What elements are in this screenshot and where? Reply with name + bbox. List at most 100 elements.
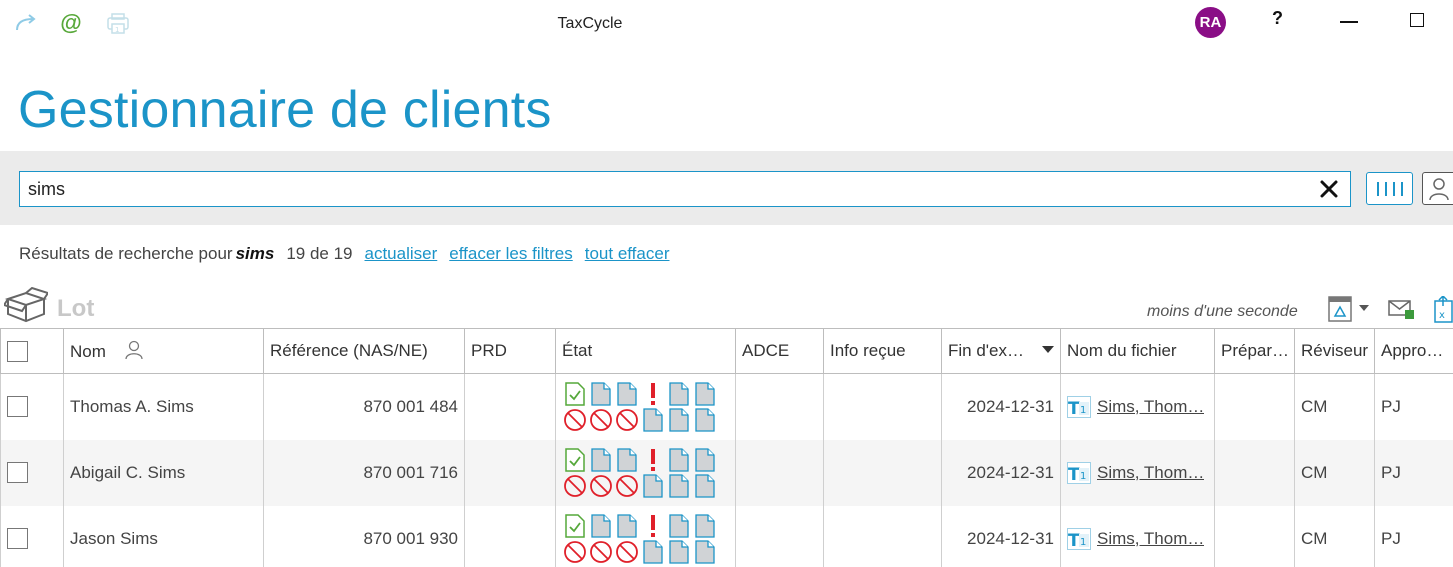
client-reference: 870 001 716: [263, 439, 465, 506]
svg-text:1: 1: [1080, 471, 1086, 482]
no-entry-icon[interactable]: [562, 407, 588, 433]
doc-icon[interactable]: [666, 539, 692, 565]
filename-cell[interactable]: T1 Sims, Thom…: [1060, 505, 1215, 567]
column-header-reviewer[interactable]: Réviseur: [1294, 328, 1375, 374]
no-entry-icon[interactable]: [588, 473, 614, 499]
column-header-approver[interactable]: Appro…: [1374, 328, 1453, 374]
client-name[interactable]: Jason Sims: [63, 505, 264, 567]
status-icons: [562, 447, 729, 499]
email-excel-icon[interactable]: [1388, 296, 1416, 327]
info-cell: [823, 439, 942, 506]
doc-icon[interactable]: [588, 381, 614, 407]
column-header-preparer[interactable]: Prépar…: [1214, 328, 1295, 374]
search-input[interactable]: [20, 173, 1300, 205]
no-entry-icon[interactable]: [562, 473, 588, 499]
doc-icon[interactable]: [640, 407, 666, 433]
column-header-adce[interactable]: ADCE: [735, 328, 824, 374]
column-header-name[interactable]: Nom: [63, 328, 264, 374]
no-entry-icon[interactable]: [614, 539, 640, 565]
columns-icon: [1376, 181, 1403, 196]
client-reference: 870 001 484: [263, 373, 465, 440]
clear-filters-link[interactable]: effacer les filtres: [449, 244, 572, 263]
status-icons: [562, 513, 729, 565]
exclamation-icon[interactable]: [640, 513, 666, 539]
no-entry-icon[interactable]: [562, 539, 588, 565]
search-box: [19, 171, 1351, 207]
exclamation-icon[interactable]: [640, 381, 666, 407]
info-cell: [823, 505, 942, 567]
doc-icon[interactable]: [666, 447, 692, 473]
t1-icon: T1: [1067, 461, 1091, 484]
prd-cell: [464, 373, 556, 440]
select-all-checkbox[interactable]: [7, 340, 28, 362]
doc-icon[interactable]: [588, 447, 614, 473]
check-doc-icon[interactable]: [562, 447, 588, 473]
client-name[interactable]: Thomas A. Sims: [63, 373, 264, 440]
doc-icon[interactable]: [588, 513, 614, 539]
doc-icon[interactable]: [692, 513, 718, 539]
info-cell: [823, 373, 942, 440]
column-header-reference[interactable]: Référence (NAS/NE): [263, 328, 465, 374]
no-entry-icon[interactable]: [588, 407, 614, 433]
approver-initials: PJ: [1374, 439, 1453, 506]
table-row[interactable]: Jason Sims 870 001 930 2024-12-31 T1 Sim…: [0, 505, 1453, 567]
maximize-button[interactable]: [1410, 13, 1424, 27]
doc-icon[interactable]: [614, 447, 640, 473]
clear-all-link[interactable]: tout effacer: [585, 244, 670, 263]
reviewer-initials: CM: [1294, 373, 1375, 440]
doc-icon[interactable]: [640, 539, 666, 565]
row-checkbox[interactable]: [7, 528, 28, 549]
no-entry-icon[interactable]: [614, 473, 640, 499]
doc-icon[interactable]: [666, 381, 692, 407]
filename-link[interactable]: Sims, Thom…: [1097, 397, 1204, 417]
exclamation-icon[interactable]: [640, 447, 666, 473]
no-entry-icon[interactable]: [614, 407, 640, 433]
results-prefix: Résultats de recherche pour: [19, 244, 233, 263]
batch-box-icon[interactable]: [2, 286, 50, 328]
no-entry-icon[interactable]: [588, 539, 614, 565]
client-name[interactable]: Abigail C. Sims: [63, 439, 264, 506]
doc-icon[interactable]: [666, 473, 692, 499]
refresh-link[interactable]: actualiser: [365, 244, 438, 263]
table-row[interactable]: Abigail C. Sims 870 001 716 2024-12-31 T…: [0, 439, 1453, 506]
svg-text:T: T: [1068, 465, 1080, 484]
export-excel-icon[interactable]: x: [1432, 294, 1453, 329]
report-dropdown[interactable]: [1328, 296, 1370, 329]
column-header-filename[interactable]: Nom du fichier: [1060, 328, 1215, 374]
filename-link[interactable]: Sims, Thom…: [1097, 529, 1204, 549]
doc-icon[interactable]: [692, 447, 718, 473]
filename-cell[interactable]: T1 Sims, Thom…: [1060, 373, 1215, 440]
results-term: sims: [235, 244, 275, 263]
row-checkbox[interactable]: [7, 462, 28, 483]
doc-icon[interactable]: [692, 407, 718, 433]
minimize-button[interactable]: [1340, 21, 1358, 23]
clear-search-icon[interactable]: [1318, 178, 1340, 200]
column-view-button[interactable]: [1366, 172, 1413, 205]
preparer-cell: [1214, 373, 1295, 440]
doc-icon[interactable]: [692, 539, 718, 565]
doc-icon[interactable]: [614, 513, 640, 539]
doc-icon[interactable]: [666, 407, 692, 433]
check-doc-icon[interactable]: [562, 513, 588, 539]
row-checkbox[interactable]: [7, 396, 28, 418]
batch-label[interactable]: Lot: [57, 295, 94, 323]
filename-cell[interactable]: T1 Sims, Thom…: [1060, 439, 1215, 506]
person-filter-icon[interactable]: [124, 340, 143, 360]
column-header-info[interactable]: Info reçue: [823, 328, 942, 374]
doc-icon[interactable]: [692, 381, 718, 407]
column-header-year-end[interactable]: Fin d'ex…: [941, 328, 1061, 374]
help-button[interactable]: ?: [1272, 8, 1283, 29]
adce-cell: [735, 505, 824, 567]
client-view-button[interactable]: [1422, 172, 1453, 205]
svg-text:1: 1: [1080, 537, 1086, 548]
column-header-prd[interactable]: PRD: [464, 328, 556, 374]
doc-icon[interactable]: [666, 513, 692, 539]
doc-icon[interactable]: [692, 473, 718, 499]
check-doc-icon[interactable]: [562, 381, 588, 407]
column-header-status[interactable]: État: [555, 328, 736, 374]
user-avatar[interactable]: RA: [1195, 7, 1226, 38]
filename-link[interactable]: Sims, Thom…: [1097, 463, 1204, 483]
table-row[interactable]: Thomas A. Sims 870 001 484 2024-12-31 T1…: [0, 373, 1453, 440]
doc-icon[interactable]: [640, 473, 666, 499]
doc-icon[interactable]: [614, 381, 640, 407]
